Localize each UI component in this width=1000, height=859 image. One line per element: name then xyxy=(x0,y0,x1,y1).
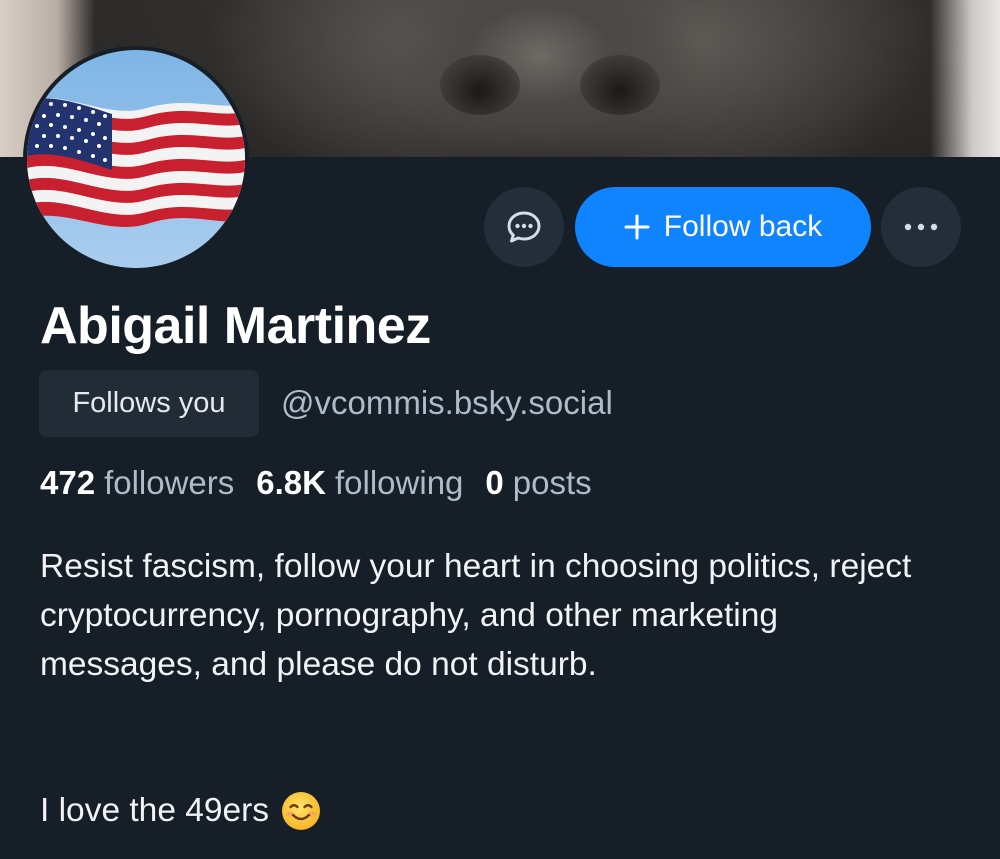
posts-label: posts xyxy=(512,464,592,501)
posts-stat: 0 posts xyxy=(485,464,591,502)
follows-you-badge: Follows you xyxy=(39,370,259,437)
follows-you-label: Follows you xyxy=(72,387,226,419)
american-flag-avatar-icon xyxy=(27,50,245,268)
follow-back-label: Follow back xyxy=(663,210,823,243)
followers-label: followers xyxy=(104,464,235,501)
plus-icon xyxy=(624,214,650,240)
followers-stat[interactable]: 472 followers xyxy=(40,464,234,502)
profile-handle[interactable]: @vcommis.bsky.social xyxy=(281,384,613,422)
more-options-button[interactable] xyxy=(881,187,961,267)
following-label: following xyxy=(335,464,464,501)
banner-nostril-right xyxy=(580,55,660,115)
message-button[interactable] xyxy=(484,187,564,267)
avatar[interactable] xyxy=(23,46,249,272)
display-name: Abigail Martinez xyxy=(40,297,431,355)
following-stat[interactable]: 6.8K following xyxy=(256,464,463,502)
follow-back-button[interactable]: Follow back xyxy=(575,187,871,267)
smiling-face-icon xyxy=(282,791,321,830)
following-count: 6.8K xyxy=(256,464,326,501)
ellipsis-icon xyxy=(904,223,938,231)
banner-nostril-left xyxy=(440,55,520,115)
posts-count: 0 xyxy=(485,464,504,501)
chat-bubble-icon xyxy=(507,211,541,243)
profile-bio-line-2: I love the 49ers xyxy=(40,786,321,835)
bio-line-2-text: I love the 49ers xyxy=(40,792,270,829)
profile-stats: 472 followers 6.8K following 0 posts xyxy=(40,464,614,502)
profile-bio: Resist fascism, follow your heart in cho… xyxy=(40,548,912,683)
banner-right-edge xyxy=(930,0,1000,157)
followers-count: 472 xyxy=(40,464,96,501)
